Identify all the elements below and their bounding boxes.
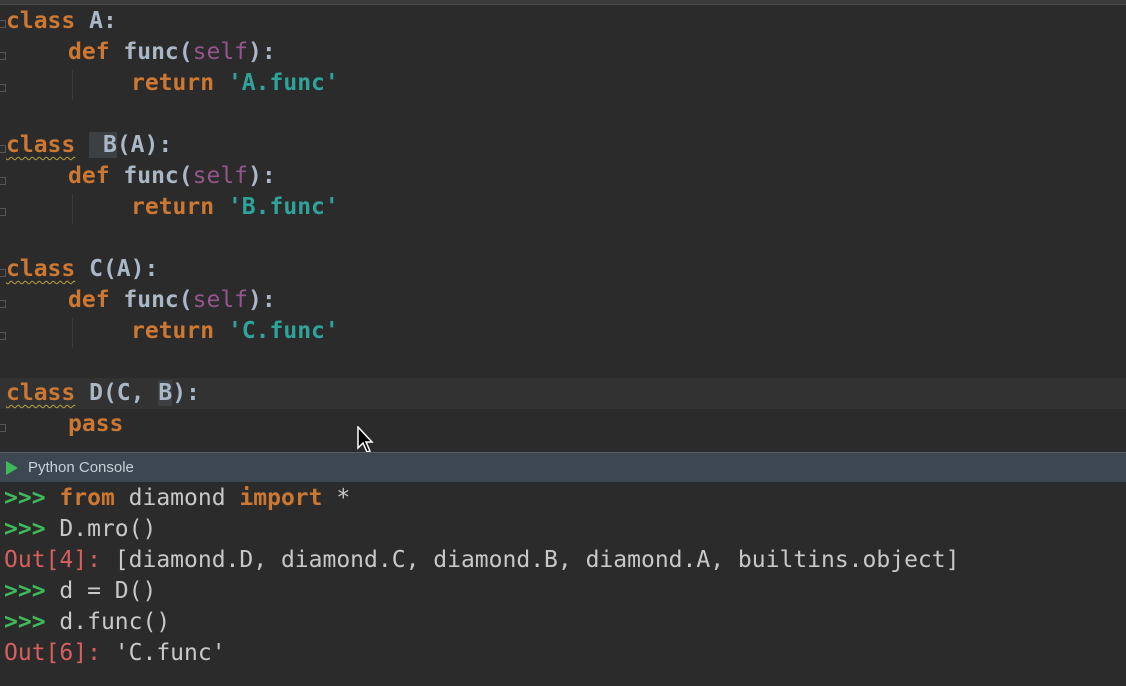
keyword: return [131, 70, 215, 96]
string-literal: 'A.func' [227, 70, 339, 96]
function-name: func( [109, 287, 193, 313]
string-literal: 'C.func' [227, 318, 339, 344]
code-text: (A): [102, 256, 159, 282]
prompt: >>> [4, 578, 46, 604]
code-text: (A): [116, 132, 173, 158]
fold-marker-icon[interactable] [0, 52, 6, 60]
code-text: ): [248, 39, 276, 65]
python-console[interactable]: >>> from diamond import * >>> D.mro() Ou… [0, 482, 1126, 686]
code-line[interactable]: def func(self): [68, 37, 276, 68]
keyword: class [6, 132, 76, 158]
console-line: >>> D.mro() [4, 514, 156, 545]
mouse-pointer-icon [357, 426, 374, 452]
indent-guide [72, 194, 73, 224]
highlighted-symbol: B [158, 380, 173, 406]
editor-top-border [0, 0, 1126, 5]
code-line-current[interactable]: class D(C, B): [0, 378, 1126, 409]
class-name: B [75, 132, 117, 158]
keyword: def [68, 39, 110, 65]
console-text: d = D() [59, 578, 157, 604]
console-line: >>> from diamond import * [4, 483, 350, 514]
indent-guide [72, 318, 73, 348]
code-line[interactable]: pass [68, 409, 123, 440]
prompt: >>> [4, 516, 46, 542]
fold-marker-icon[interactable] [0, 208, 6, 216]
function-name: func( [109, 39, 193, 65]
code-text: : [102, 8, 117, 34]
class-name: D [75, 380, 103, 406]
prompt: >>> [4, 609, 46, 635]
console-output: 'C.func' [100, 640, 226, 666]
console-text: diamond [114, 485, 240, 511]
code-line[interactable]: class C(A): [6, 254, 158, 285]
keyword: from [59, 485, 115, 511]
console-header[interactable]: Python Console [0, 452, 1126, 482]
self-param: self [192, 163, 249, 189]
code-line[interactable]: return 'A.func' [131, 68, 339, 99]
code-line[interactable]: return 'C.func' [131, 316, 339, 347]
highlighted-symbol: B [89, 132, 117, 158]
code-editor[interactable]: class A: def func(self): return 'A.func'… [0, 0, 1126, 452]
class-name: A [75, 8, 103, 34]
console-output: [diamond.D, diamond.C, diamond.B, diamon… [100, 547, 960, 573]
keyword: def [68, 287, 110, 313]
code-line[interactable]: class B(A): [6, 130, 172, 161]
console-text: d.func() [59, 609, 171, 635]
console-line: >>> d.func() [4, 607, 170, 638]
console-title: Python Console [28, 459, 134, 476]
self-param: self [192, 287, 249, 313]
code-text: ): [248, 163, 276, 189]
string-literal: 'B.func' [227, 194, 339, 220]
fold-marker-icon[interactable] [0, 84, 6, 92]
self-param: self [192, 39, 249, 65]
code-line[interactable]: class A: [6, 6, 117, 37]
prompt: >>> [4, 485, 46, 511]
keyword: import [239, 485, 323, 511]
code-text: ): [172, 380, 200, 406]
keyword: def [68, 163, 110, 189]
run-icon[interactable] [6, 461, 18, 475]
code-text: ): [248, 287, 276, 313]
keyword: return [131, 194, 215, 220]
console-text: D.mro() [59, 516, 157, 542]
keyword: class [6, 8, 76, 34]
keyword: return [131, 318, 215, 344]
fold-marker-icon[interactable] [0, 300, 6, 308]
output-label: Out[4]: [4, 547, 101, 573]
code-text: (C, [102, 380, 159, 406]
output-label: Out[6]: [4, 640, 101, 666]
keyword: pass [68, 411, 124, 437]
fold-marker-icon[interactable] [0, 177, 6, 185]
code-line[interactable]: def func(self): [68, 285, 276, 316]
console-line: >>> d = D() [4, 576, 156, 607]
class-name: C [75, 256, 103, 282]
fold-marker-icon[interactable] [0, 424, 6, 432]
keyword: class [6, 256, 76, 282]
console-text: * [322, 485, 351, 511]
fold-marker-icon[interactable] [0, 332, 6, 340]
keyword: class [6, 380, 76, 406]
console-line: Out[6]: 'C.func' [4, 638, 226, 669]
console-line: Out[4]: [diamond.D, diamond.C, diamond.B… [4, 545, 959, 576]
code-line[interactable]: return 'B.func' [131, 192, 339, 223]
function-name: func( [109, 163, 193, 189]
indent-guide [72, 70, 73, 100]
code-line[interactable]: def func(self): [68, 161, 276, 192]
